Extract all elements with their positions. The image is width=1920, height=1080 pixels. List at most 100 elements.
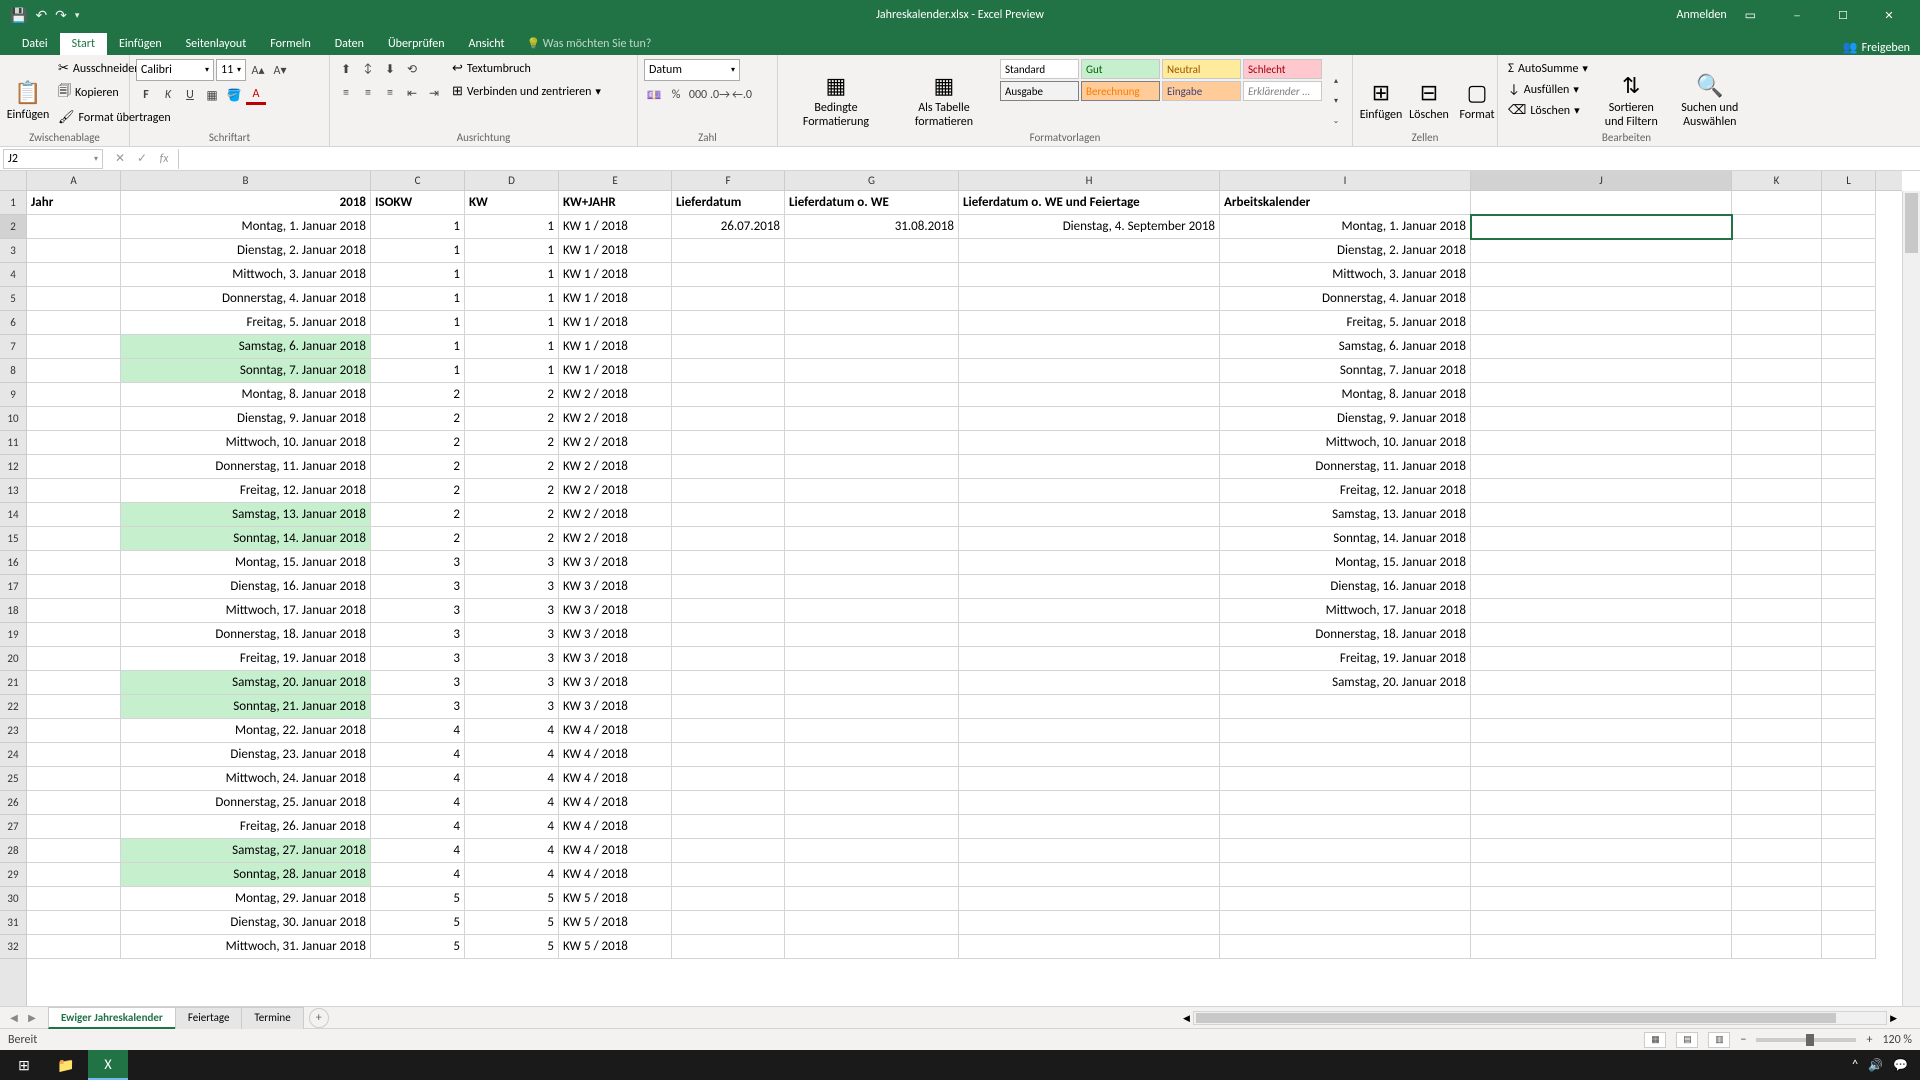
cell-I1[interactable]: Arbeitskalender: [1220, 191, 1471, 215]
cell-D20[interactable]: 3: [465, 647, 559, 671]
cell-I2[interactable]: Montag, 1. Januar 2018: [1220, 215, 1471, 239]
cell-D8[interactable]: 1: [465, 359, 559, 383]
cell-L32[interactable]: [1822, 935, 1876, 959]
cell-L23[interactable]: [1822, 719, 1876, 743]
decrease-decimal-button[interactable]: ←.0: [732, 85, 752, 105]
cell-A26[interactable]: [27, 791, 121, 815]
cell-G15[interactable]: [785, 527, 959, 551]
cell-H17[interactable]: [959, 575, 1220, 599]
fill-button[interactable]: ↓Ausfüllen ▾: [1504, 80, 1592, 99]
cell-L27[interactable]: [1822, 815, 1876, 839]
cell-G4[interactable]: [785, 263, 959, 287]
ribbon-tab-daten[interactable]: Daten: [323, 33, 376, 55]
cell-B27[interactable]: Freitag, 26. Januar 2018: [121, 815, 371, 839]
action-center-icon[interactable]: 💬: [1893, 1058, 1908, 1073]
align-top-button[interactable]: ⬆: [336, 59, 356, 79]
cell-I17[interactable]: Dienstag, 16. Januar 2018: [1220, 575, 1471, 599]
cell-L17[interactable]: [1822, 575, 1876, 599]
maximize-button[interactable]: ☐: [1820, 0, 1866, 30]
cell-G25[interactable]: [785, 767, 959, 791]
row-header-26[interactable]: 26: [0, 791, 26, 815]
cell-C28[interactable]: 4: [371, 839, 465, 863]
cell-J14[interactable]: [1471, 503, 1732, 527]
cell-K3[interactable]: [1732, 239, 1822, 263]
cell-C12[interactable]: 2: [371, 455, 465, 479]
cell-J26[interactable]: [1471, 791, 1732, 815]
cell-I30[interactable]: [1220, 887, 1471, 911]
cell-B16[interactable]: Montag, 15. Januar 2018: [121, 551, 371, 575]
cell-C21[interactable]: 3: [371, 671, 465, 695]
column-header-C[interactable]: C: [371, 171, 465, 190]
cell-C11[interactable]: 2: [371, 431, 465, 455]
cell-E9[interactable]: KW 2 / 2018: [559, 383, 672, 407]
row-header-28[interactable]: 28: [0, 839, 26, 863]
cell-G12[interactable]: [785, 455, 959, 479]
cell-D29[interactable]: 4: [465, 863, 559, 887]
cell-E18[interactable]: KW 3 / 2018: [559, 599, 672, 623]
cell-K27[interactable]: [1732, 815, 1822, 839]
scrollbar-thumb[interactable]: [1196, 1013, 1836, 1023]
row-header-22[interactable]: 22: [0, 695, 26, 719]
column-header-K[interactable]: K: [1732, 171, 1822, 190]
cell-G13[interactable]: [785, 479, 959, 503]
cell-K29[interactable]: [1732, 863, 1822, 887]
cell-J23[interactable]: [1471, 719, 1732, 743]
align-bottom-button[interactable]: ⬇: [380, 59, 400, 79]
redo-icon[interactable]: ↷: [55, 7, 67, 24]
cell-D6[interactable]: 1: [465, 311, 559, 335]
cell-L1[interactable]: [1822, 191, 1876, 215]
cell-G3[interactable]: [785, 239, 959, 263]
cell-E20[interactable]: KW 3 / 2018: [559, 647, 672, 671]
cell-B23[interactable]: Montag, 22. Januar 2018: [121, 719, 371, 743]
row-header-32[interactable]: 32: [0, 935, 26, 959]
cell-E19[interactable]: KW 3 / 2018: [559, 623, 672, 647]
cell-J29[interactable]: [1471, 863, 1732, 887]
row-header-15[interactable]: 15: [0, 527, 26, 551]
cell-J6[interactable]: [1471, 311, 1732, 335]
cell-F26[interactable]: [672, 791, 785, 815]
cell-C30[interactable]: 5: [371, 887, 465, 911]
cell-G22[interactable]: [785, 695, 959, 719]
zoom-out-button[interactable]: −: [1740, 1033, 1746, 1047]
cell-E1[interactable]: KW+JAHR: [559, 191, 672, 215]
name-box[interactable]: J2▾: [3, 149, 103, 169]
grid[interactable]: Jahr2018ISOKWKWKW+JAHRLieferdatumLieferd…: [27, 191, 1902, 1006]
row-header-19[interactable]: 19: [0, 623, 26, 647]
cell-K4[interactable]: [1732, 263, 1822, 287]
style-eingabe[interactable]: Eingabe: [1162, 81, 1241, 101]
cell-K10[interactable]: [1732, 407, 1822, 431]
vertical-scrollbar[interactable]: [1902, 191, 1920, 1006]
cell-I7[interactable]: Samstag, 6. Januar 2018: [1220, 335, 1471, 359]
align-center-button[interactable]: ≡: [358, 83, 378, 103]
cell-L12[interactable]: [1822, 455, 1876, 479]
decrease-font-button[interactable]: A▾: [270, 60, 290, 80]
cell-A24[interactable]: [27, 743, 121, 767]
cell-B32[interactable]: Mittwoch, 31. Januar 2018: [121, 935, 371, 959]
cell-C8[interactable]: 1: [371, 359, 465, 383]
cell-F30[interactable]: [672, 887, 785, 911]
cell-I21[interactable]: Samstag, 20. Januar 2018: [1220, 671, 1471, 695]
cell-I14[interactable]: Samstag, 13. Januar 2018: [1220, 503, 1471, 527]
format-cells-button[interactable]: ▢Format: [1455, 59, 1499, 142]
cell-B21[interactable]: Samstag, 20. Januar 2018: [121, 671, 371, 695]
cell-L21[interactable]: [1822, 671, 1876, 695]
cell-D3[interactable]: 1: [465, 239, 559, 263]
select-all-corner[interactable]: [0, 171, 27, 191]
cell-F25[interactable]: [672, 767, 785, 791]
cell-E26[interactable]: KW 4 / 2018: [559, 791, 672, 815]
cell-H25[interactable]: [959, 767, 1220, 791]
column-header-D[interactable]: D: [465, 171, 559, 190]
cell-K8[interactable]: [1732, 359, 1822, 383]
cell-A11[interactable]: [27, 431, 121, 455]
cell-F4[interactable]: [672, 263, 785, 287]
cell-K5[interactable]: [1732, 287, 1822, 311]
cell-H6[interactable]: [959, 311, 1220, 335]
cell-A13[interactable]: [27, 479, 121, 503]
cell-A7[interactable]: [27, 335, 121, 359]
cell-E17[interactable]: KW 3 / 2018: [559, 575, 672, 599]
cell-F27[interactable]: [672, 815, 785, 839]
cell-I22[interactable]: [1220, 695, 1471, 719]
cell-E7[interactable]: KW 1 / 2018: [559, 335, 672, 359]
cell-D21[interactable]: 3: [465, 671, 559, 695]
cell-A4[interactable]: [27, 263, 121, 287]
